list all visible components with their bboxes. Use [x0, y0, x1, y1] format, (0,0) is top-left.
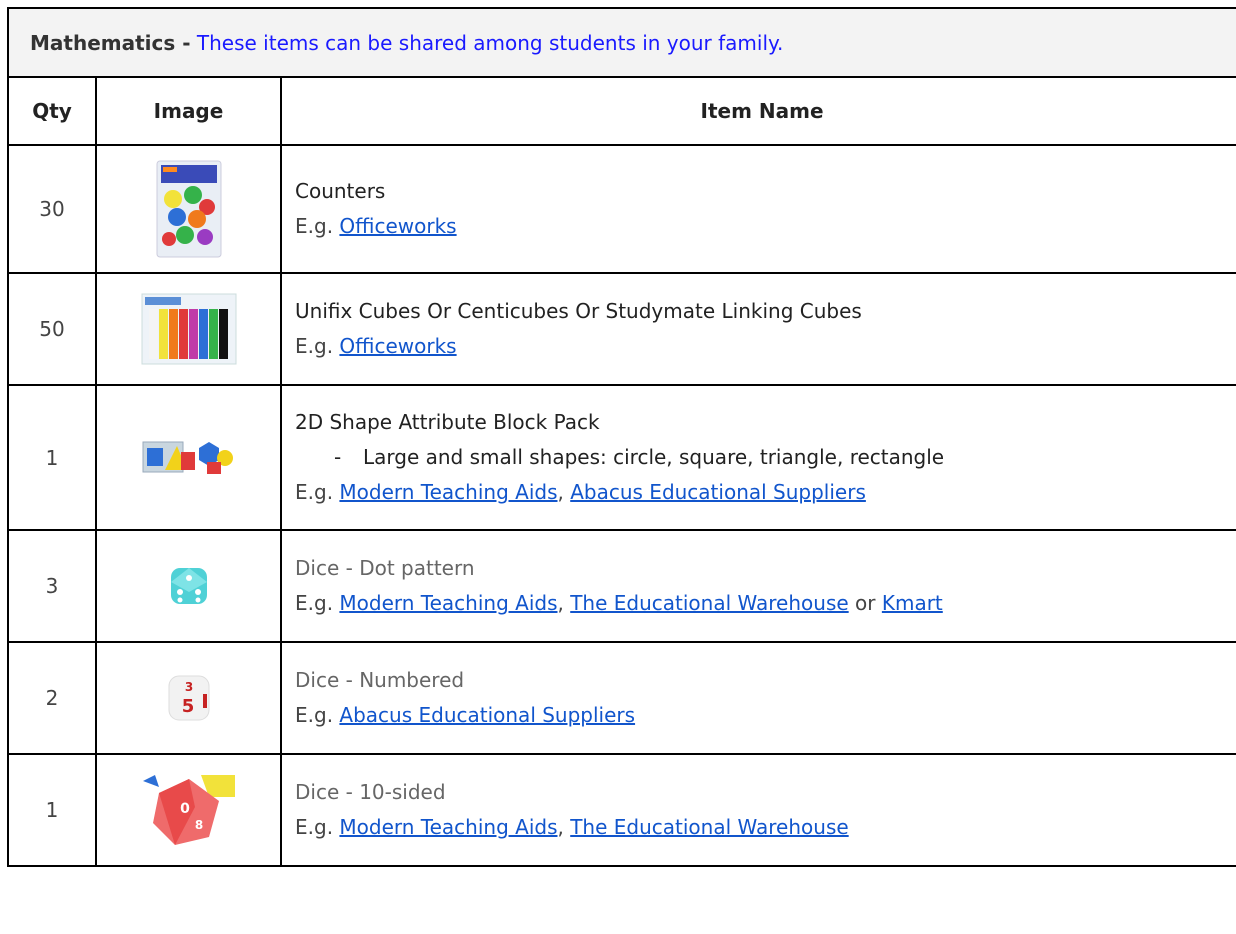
modern-teaching-aids-link[interactable]: Modern Teaching Aids — [339, 815, 557, 839]
qty-cell: 3 — [7, 529, 97, 643]
eg-label: E.g. — [295, 480, 334, 504]
educational-warehouse-link[interactable]: The Educational Warehouse — [570, 815, 848, 839]
eg-label: E.g. — [295, 334, 334, 358]
abacus-educational-suppliers-link[interactable]: Abacus Educational Suppliers — [339, 703, 635, 727]
officeworks-link[interactable]: Officeworks — [339, 334, 456, 358]
table-row: 1 0 8 Dice - 10-sided E.g. Modern Teachi… — [7, 753, 1236, 867]
link-separator: , — [557, 815, 564, 839]
link-separator: , — [557, 480, 564, 504]
image-cell — [95, 272, 282, 386]
qty-cell: 2 — [7, 641, 97, 755]
item-name: Dice - Dot pattern — [295, 556, 475, 580]
image-cell — [95, 144, 282, 274]
image-cell — [95, 529, 282, 643]
eg-label: E.g. — [295, 214, 334, 238]
image-cell — [95, 384, 282, 531]
item-name: 2D Shape Attribute Block Pack — [295, 410, 600, 434]
item-name-cell: Dice - Numbered E.g. Abacus Educational … — [279, 641, 1236, 755]
header-item-name: Item Name — [279, 76, 1236, 146]
abacus-educational-suppliers-link[interactable]: Abacus Educational Suppliers — [570, 480, 866, 504]
header-image: Image — [95, 76, 282, 146]
svg-text:3: 3 — [184, 680, 192, 694]
modern-teaching-aids-link[interactable]: Modern Teaching Aids — [339, 480, 557, 504]
qty-cell: 1 — [7, 753, 97, 867]
or-text: or — [855, 591, 876, 615]
table-row: 2 3 5 Dice - Numbered E.g. Abacus Educat… — [7, 641, 1236, 755]
title-subject: Mathematics - — [30, 30, 191, 55]
header-row: Qty Image Item Name — [7, 76, 1236, 146]
item-name: Dice - 10-sided — [295, 780, 446, 804]
eg-label: E.g. — [295, 703, 334, 727]
qty-cell: 30 — [7, 144, 97, 274]
qty-cell: 1 — [7, 384, 97, 531]
item-name: Dice - Numbered — [295, 668, 465, 692]
table-title: Mathematics - These items can be shared … — [6, 7, 1236, 78]
table-row: 30 Counters E.g. Officeworks — [7, 144, 1236, 274]
officeworks-link[interactable]: Officeworks — [339, 214, 456, 238]
attribute-blocks-icon — [142, 441, 233, 474]
item-name-cell: Counters E.g. Officeworks — [279, 144, 1236, 274]
ten-sided-dice-icon: 0 8 — [138, 771, 239, 849]
dot-dice-icon — [170, 568, 207, 604]
kmart-link[interactable]: Kmart — [882, 591, 943, 615]
image-cell: 0 8 — [95, 753, 282, 867]
counters-pack-icon — [156, 160, 221, 258]
svg-text:8: 8 — [194, 818, 202, 832]
title-row: Mathematics - These items can be shared … — [6, 7, 1236, 78]
item-name: Counters — [295, 179, 386, 203]
table-row: 50 Unifix Cubes Or Centicubes Or Studyma… — [7, 272, 1236, 386]
qty-cell: 50 — [7, 272, 97, 386]
table-row: 1 2D Shape Attribute Block Pack - Large a… — [7, 384, 1236, 531]
linking-cubes-icon — [141, 293, 236, 365]
header-qty: Qty — [7, 76, 97, 146]
title-note: These items can be shared among students… — [196, 30, 784, 55]
educational-warehouse-link[interactable]: The Educational Warehouse — [570, 591, 848, 615]
item-name-cell: Dice - 10-sided E.g. Modern Teaching Aid… — [279, 753, 1236, 867]
item-name-cell: Dice - Dot pattern E.g. Modern Teaching … — [279, 529, 1236, 643]
svg-text:0: 0 — [180, 801, 190, 817]
svg-text:5: 5 — [181, 696, 194, 717]
bullet-dash: - — [334, 445, 342, 469]
item-name-cell: 2D Shape Attribute Block Pack - Large and… — [279, 384, 1236, 531]
bullet-text: Large and small shapes: circle, square, … — [363, 445, 945, 469]
item-bullet: - Large and small shapes: circle, square,… — [295, 440, 1236, 475]
mathematics-table: Mathematics - These items can be shared … — [6, 7, 1236, 867]
table-row: 3 Dice - Dot pattern E.g. Modern Teachin… — [7, 529, 1236, 643]
eg-label: E.g. — [295, 815, 334, 839]
link-separator: , — [557, 591, 564, 615]
modern-teaching-aids-link[interactable]: Modern Teaching Aids — [339, 591, 557, 615]
item-name-cell: Unifix Cubes Or Centicubes Or Studymate … — [279, 272, 1236, 386]
image-cell: 3 5 — [95, 641, 282, 755]
eg-label: E.g. — [295, 591, 334, 615]
numbered-dice-icon: 3 5 — [168, 675, 209, 721]
item-name: Unifix Cubes Or Centicubes Or Studymate … — [295, 299, 862, 323]
